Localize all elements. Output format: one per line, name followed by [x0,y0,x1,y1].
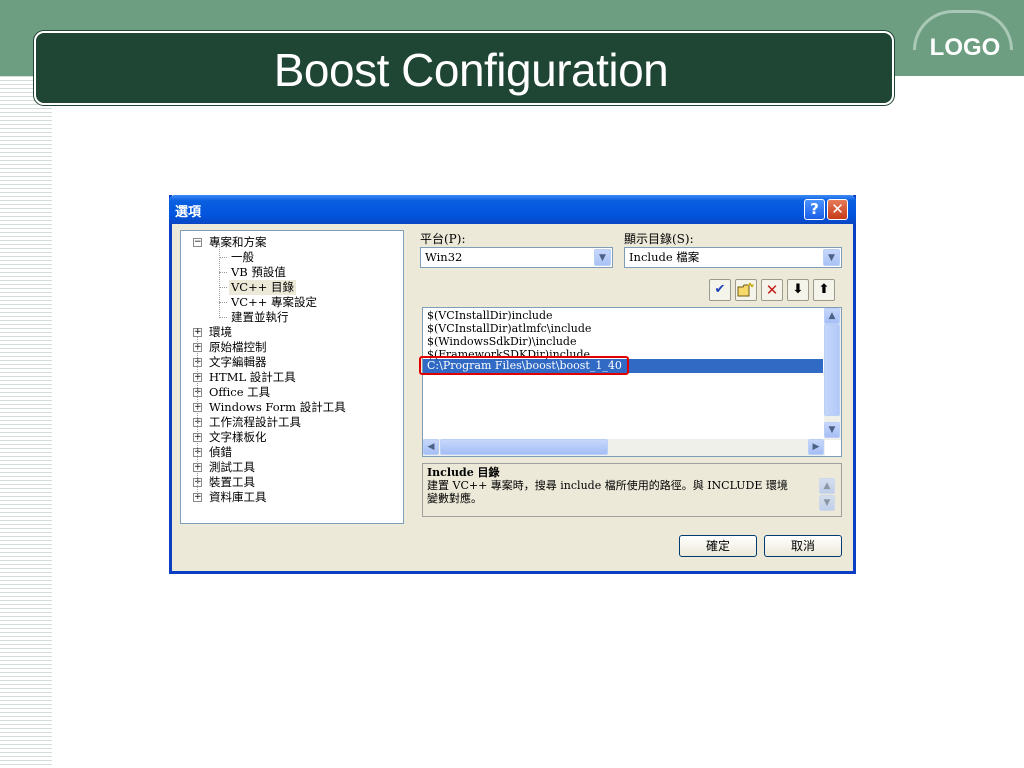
horizontal-scrollbar[interactable]: ◀ ▶ [423,439,825,456]
tree-item[interactable]: 原始檔控制 [209,340,267,355]
tree-item[interactable]: 工作流程設計工具 [209,415,301,430]
collapse-icon[interactable]: − [193,238,202,247]
scroll-left-icon[interactable]: ◀ [423,439,439,455]
tree-connector [219,317,227,318]
show-dirs-label: 顯示目錄(S): [624,232,694,246]
tree-item[interactable]: 環境 [209,325,232,340]
ok-button[interactable]: 確定 [679,535,757,557]
tree-item[interactable]: 資料庫工具 [209,490,267,505]
directory-item[interactable]: $(VCInstallDir)atlmfc\include [427,322,591,335]
show-dirs-select[interactable]: Include 檔案 ▼ [624,247,842,268]
up-arrow-icon[interactable]: ⬆ [813,279,835,301]
tree-item[interactable]: 文字樣板化 [209,430,267,445]
scroll-up-icon[interactable]: ▲ [824,308,840,324]
slide: LOGO Boost Configuration 選項 ? ✕ − 專案和方案 一般… [0,0,1024,768]
platform-select[interactable]: Win32 ▼ [420,247,613,268]
chevron-down-icon[interactable]: ▼ [823,249,840,266]
tree-connector [219,272,227,273]
tree-item[interactable]: 專案和方案 [209,235,267,250]
tree-connector [197,337,198,498]
tree-connector [219,257,227,258]
scroll-right-icon[interactable]: ▶ [808,439,824,455]
tree-item[interactable]: 文字編輯器 [209,355,267,370]
help-button[interactable]: ? [804,199,825,220]
description-text: 變數對應。 [427,492,482,505]
directory-item[interactable]: $(WindowsSdkDir)\include [427,335,576,348]
tree-item[interactable]: Windows Form 設計工具 [209,400,346,415]
delete-icon[interactable]: ✕ [761,279,783,301]
tree-connector [219,302,227,303]
tree-subitem[interactable]: 建置並執行 [229,310,291,325]
cancel-button[interactable]: 取消 [764,535,842,557]
dialog-title: 選項 [175,205,202,220]
tree-connector [219,245,220,316]
tree-subitem[interactable]: 一般 [229,250,256,265]
check-icon[interactable]: ✔ [709,279,731,301]
decorative-stripes [0,76,52,768]
description-text: 建置 VC++ 專案時，搜尋 include 檔所使用的路徑。與 INCLUDE… [427,479,788,492]
hscroll-thumb[interactable] [440,439,608,455]
tree-connector [219,287,227,288]
logo: LOGO [929,34,1001,61]
platform-label: 平台(P): [420,232,466,246]
close-button[interactable]: ✕ [827,199,848,220]
tree-item[interactable]: HTML 設計工具 [209,370,296,385]
vertical-scrollbar[interactable]: ▲ ▼ [824,308,841,440]
options-tree[interactable]: − 專案和方案 一般 VB 預設值 VC++ 目錄 VC++ 專案設定 建置並執行 + 環境 + 原… [180,230,404,524]
annotation-highlight [419,356,629,375]
tree-subitem[interactable]: VB 預設值 [229,265,288,280]
tree-item[interactable]: Office 工具 [209,385,270,400]
scroll-down-icon[interactable]: ▼ [824,422,840,438]
description-title: Include 目錄 [427,466,500,479]
title-banner: Boost Configuration [34,31,894,105]
options-dialog: 選項 ? ✕ − 專案和方案 一般 VB 預設值 VC++ 目錄 VC++ 專案設定 建置並… [169,195,856,574]
dialog-titlebar[interactable]: 選項 ? ✕ [169,195,856,224]
show-dirs-value: Include 檔案 [629,250,700,264]
tree-item[interactable]: 偵錯 [209,445,232,460]
platform-value: Win32 [425,250,463,264]
expand-icon[interactable]: + [193,328,202,337]
directory-item[interactable]: $(VCInstallDir)include [427,309,553,322]
scroll-down-icon[interactable]: ▼ [819,495,835,511]
tree-item[interactable]: 裝置工具 [209,475,255,490]
chevron-down-icon[interactable]: ▼ [594,249,611,266]
new-folder-icon[interactable] [735,279,757,301]
description-panel: Include 目錄 建置 VC++ 專案時，搜尋 include 檔所使用的路… [422,463,842,517]
tree-item[interactable]: 測試工具 [209,460,255,475]
tree-subitem[interactable]: VC++ 目錄 [229,280,297,295]
scroll-thumb[interactable] [824,324,840,416]
directories-list[interactable]: $(VCInstallDir)include $(VCInstallDir)atl… [422,307,842,457]
slide-title: Boost Configuration [273,44,669,96]
tree-subitem[interactable]: VC++ 專案設定 [229,295,319,310]
down-arrow-icon[interactable]: ⬇ [787,279,809,301]
scroll-up-icon[interactable]: ▲ [819,478,835,494]
